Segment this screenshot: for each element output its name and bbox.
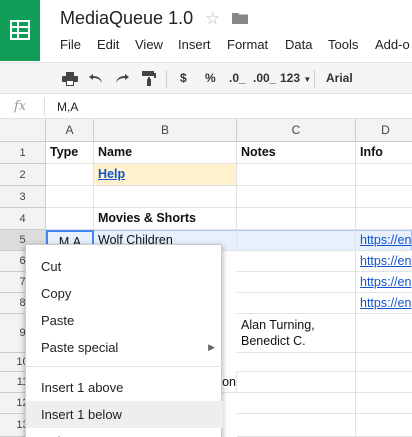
row-number: 1 xyxy=(19,146,26,159)
cell-d6[interactable]: https://en xyxy=(356,251,412,272)
cell-c13[interactable] xyxy=(237,414,356,437)
paste-special-label: Paste special xyxy=(41,340,119,355)
menu-file[interactable]: File xyxy=(60,37,81,52)
cell-d1[interactable]: Info xyxy=(356,142,412,164)
column-header-b[interactable]: B xyxy=(94,119,237,142)
column-header-c[interactable]: C xyxy=(237,119,356,142)
decrease-decimal-button[interactable]: .0_ xyxy=(229,71,246,85)
cell-c4[interactable] xyxy=(237,208,356,230)
cell-d12[interactable] xyxy=(356,393,412,414)
menu-view[interactable]: View xyxy=(135,37,163,52)
cell-b1[interactable]: Name xyxy=(94,142,237,164)
cell-d5[interactable]: https://en xyxy=(356,230,412,251)
context-menu-delete-row[interactable]: Delete row xyxy=(26,428,223,437)
row-header-4[interactable]: 4 xyxy=(0,208,46,230)
formula-bar-divider xyxy=(44,98,45,116)
cell-a1[interactable]: Type xyxy=(46,142,94,164)
row-number: 2 xyxy=(19,168,26,181)
help-link[interactable]: Help xyxy=(94,164,237,186)
star-icon[interactable]: ☆ xyxy=(205,9,220,29)
context-menu: Cut Copy Paste Paste special ▶ Insert 1 … xyxy=(25,244,223,437)
paint-format-icon[interactable] xyxy=(142,71,156,86)
undo-icon[interactable] xyxy=(88,72,104,84)
toolbar-divider xyxy=(166,70,167,88)
cell-c9[interactable]: Alan Turning, Benedict C. xyxy=(237,314,356,353)
cell-c11[interactable] xyxy=(237,372,356,393)
cell-d4[interactable] xyxy=(356,208,412,230)
column-header-a[interactable]: A xyxy=(46,119,94,142)
cell-c7[interactable] xyxy=(237,272,356,293)
print-icon[interactable] xyxy=(62,72,78,86)
app-header: MediaQueue 1.0 ☆ File Edit View Insert F… xyxy=(0,0,412,62)
currency-format-button[interactable]: $ xyxy=(180,71,187,85)
menu-insert[interactable]: Insert xyxy=(178,37,211,52)
increase-decimal-button[interactable]: .00_ xyxy=(253,71,276,85)
cell-c3[interactable] xyxy=(237,186,356,208)
font-family-select[interactable]: Arial xyxy=(326,71,353,85)
menu-addons[interactable]: Add-o xyxy=(375,37,410,52)
cell-c5[interactable] xyxy=(237,230,356,251)
cell-d13[interactable] xyxy=(356,414,412,437)
cell-d10[interactable] xyxy=(356,353,412,372)
formula-bar: fx M,A xyxy=(0,95,412,119)
cell-a3[interactable] xyxy=(46,186,94,208)
redo-icon[interactable] xyxy=(114,72,130,84)
cell-b4[interactable]: Movies & Shorts xyxy=(94,208,237,230)
cell-d9[interactable] xyxy=(356,314,412,353)
row-header-3[interactable]: 3 xyxy=(0,186,46,208)
menu-tools[interactable]: Tools xyxy=(328,37,358,52)
cell-d11[interactable] xyxy=(356,372,412,393)
cell-c12[interactable] xyxy=(237,393,356,414)
cell-c2[interactable] xyxy=(237,164,356,186)
sheets-logo[interactable] xyxy=(0,0,40,61)
context-menu-cut[interactable]: Cut xyxy=(26,253,223,280)
context-menu-paste-special[interactable]: Paste special ▶ xyxy=(26,334,223,361)
percent-format-button[interactable]: % xyxy=(205,71,216,85)
row-header-2[interactable]: 2 xyxy=(0,164,46,186)
more-formats-label: 123 xyxy=(280,71,301,85)
submenu-arrow-icon: ▶ xyxy=(208,342,215,352)
cell-c1[interactable]: Notes xyxy=(237,142,356,164)
row-number: 4 xyxy=(19,212,26,225)
row-header-1[interactable]: 1 xyxy=(0,142,46,164)
context-menu-insert-below[interactable]: Insert 1 below xyxy=(26,401,223,428)
context-menu-insert-above[interactable]: Insert 1 above xyxy=(26,374,223,401)
cell-c8[interactable] xyxy=(237,293,356,314)
cell-d7[interactable]: https://en xyxy=(356,272,412,293)
formula-input[interactable]: M,A xyxy=(57,100,78,114)
document-title[interactable]: MediaQueue 1.0 xyxy=(60,8,193,29)
context-menu-divider xyxy=(26,366,223,367)
menu-data[interactable]: Data xyxy=(285,37,312,52)
cell-a4[interactable] xyxy=(46,208,94,230)
toolbar: $ % .0_ .00_ 123 ▼ Arial xyxy=(0,62,412,94)
cell-d3[interactable] xyxy=(356,186,412,208)
toolbar-divider xyxy=(314,70,315,88)
fx-icon: fx xyxy=(14,99,27,114)
cell-c10[interactable] xyxy=(237,353,356,372)
folder-icon[interactable] xyxy=(232,12,248,24)
cell-d2[interactable] xyxy=(356,164,412,186)
menu-format[interactable]: Format xyxy=(227,37,268,52)
context-menu-paste[interactable]: Paste xyxy=(26,307,223,334)
row-number: 3 xyxy=(19,190,26,203)
cell-b3[interactable] xyxy=(94,186,237,208)
menu-edit[interactable]: Edit xyxy=(97,37,119,52)
select-all-corner[interactable] xyxy=(0,119,46,142)
cell-a2[interactable] xyxy=(46,164,94,186)
cell-c6[interactable] xyxy=(237,251,356,272)
context-menu-copy[interactable]: Copy xyxy=(26,280,223,307)
chevron-down-icon: ▼ xyxy=(303,75,312,84)
column-header-d[interactable]: D xyxy=(356,119,412,142)
more-formats-button[interactable]: 123 ▼ xyxy=(280,71,311,85)
cell-d8[interactable]: https://en xyxy=(356,293,412,314)
